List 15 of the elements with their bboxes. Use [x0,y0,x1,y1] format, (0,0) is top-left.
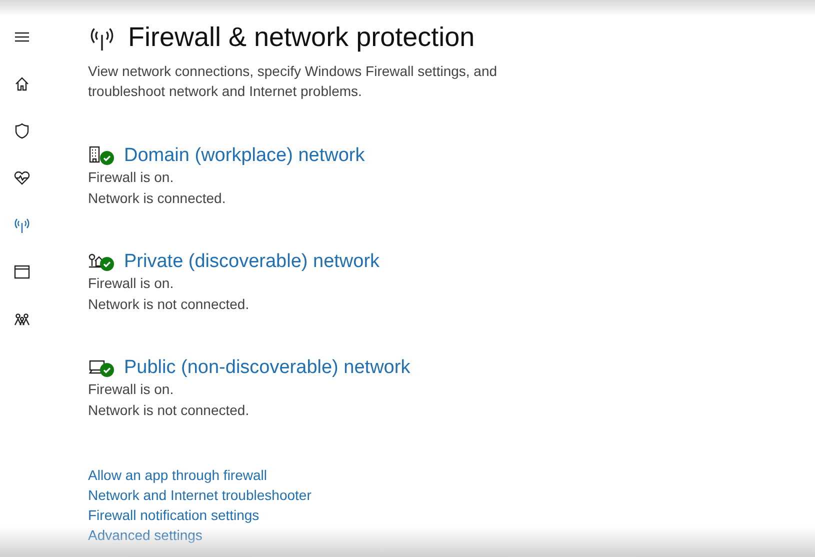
network-link[interactable]: Domain (workplace) network [124,145,365,167]
settings-link[interactable]: Advanced settings [88,525,548,545]
firewall-status: Firewall is on. [88,274,175,293]
connection-status: Network is not connected. [88,401,250,420]
connection-status: Network is connected. [88,189,227,208]
network-link[interactable]: Private (discoverable) network [124,251,380,273]
settings-link[interactable]: Firewall notification settings [88,505,548,525]
page-title: Firewall & network protection [128,22,475,53]
settings-link[interactable]: Network and Internet troubleshooter [88,485,548,505]
firewall-status: Firewall is on. [88,380,175,399]
firewall-status: Firewall is on. [88,168,175,187]
network-link[interactable]: Public (non-discoverable) network [124,357,410,379]
settings-link[interactable]: Allow an app through firewall [88,465,548,485]
page-description: View network connections, specify Windows Firewall settings, and troubleshoot network and Internet problems. [88,62,498,101]
connection-status: Network is not connected. [88,295,250,314]
